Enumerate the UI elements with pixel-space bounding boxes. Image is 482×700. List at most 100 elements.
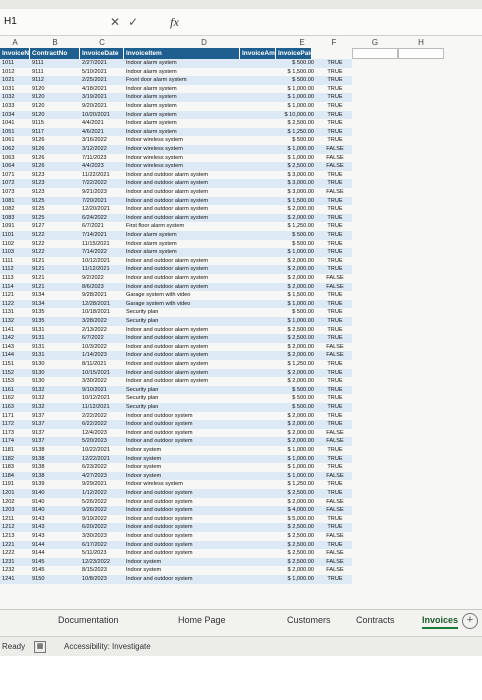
cell-invoice-amt[interactable]: $ 2,000.00 bbox=[240, 274, 316, 283]
function-icon[interactable]: fx bbox=[170, 15, 179, 30]
header-contract-no[interactable]: ContractNo bbox=[30, 48, 80, 59]
cell-invoice-no[interactable]: 1183 bbox=[0, 463, 30, 472]
cell-invoice-no[interactable]: 1051 bbox=[0, 128, 30, 137]
cell-invoice-paid[interactable]: FALSE bbox=[316, 145, 352, 154]
cell-invoice-paid[interactable]: TRUE bbox=[316, 369, 352, 378]
cell-invoice-date[interactable]: 11/15/2021 bbox=[80, 240, 124, 249]
cell-invoice-date[interactable]: 3/30/2023 bbox=[80, 532, 124, 541]
cell-invoice-amt[interactable]: $ 1,000.00 bbox=[240, 575, 316, 584]
cell-invoice-amt[interactable]: $ 1,000.00 bbox=[240, 248, 316, 257]
cell-invoice-amt[interactable]: $ 500.00 bbox=[240, 136, 316, 145]
cell-contract-no[interactable]: 9132 bbox=[30, 386, 80, 395]
cell-invoice-item[interactable]: Indoor wireless system bbox=[124, 154, 240, 163]
column-header-d[interactable]: D bbox=[124, 38, 284, 47]
cell-invoice-no[interactable]: 1182 bbox=[0, 455, 30, 464]
cell-contract-no[interactable]: 9138 bbox=[30, 455, 80, 464]
cell-invoice-amt[interactable]: $ 500.00 bbox=[240, 394, 316, 403]
cell-invoice-date[interactable]: 11/12/2021 bbox=[80, 403, 124, 412]
cell-invoice-item[interactable]: Indoor system bbox=[124, 463, 240, 472]
cell-invoice-paid[interactable]: FALSE bbox=[316, 566, 352, 575]
cell-invoice-no[interactable]: 1122 bbox=[0, 300, 30, 309]
table-row[interactable]: 1132 9135 3/28/2022 Security plan $ 1,000.00… bbox=[0, 317, 352, 326]
table-row[interactable]: 1103 9122 7/14/2022 Indoor alarm system $ 1,… bbox=[0, 248, 352, 257]
cell-invoice-date[interactable]: 7/14/2022 bbox=[80, 248, 124, 257]
table-row[interactable]: 1102 9122 11/15/2021 Indoor alarm system $ 5… bbox=[0, 240, 352, 249]
cell-contract-no[interactable]: 9131 bbox=[30, 343, 80, 352]
cell-invoice-amt[interactable]: $ 2,000.00 bbox=[240, 369, 316, 378]
cell-contract-no[interactable]: 9143 bbox=[30, 515, 80, 524]
cell-invoice-item[interactable]: Indoor alarm system bbox=[124, 85, 240, 94]
cell-invoice-amt[interactable]: $ 500.00 bbox=[240, 76, 316, 85]
cell-invoice-no[interactable]: 1034 bbox=[0, 111, 30, 120]
cell-invoice-paid[interactable]: TRUE bbox=[316, 463, 352, 472]
header-invoice-item[interactable]: InvoiceItem bbox=[124, 48, 240, 59]
cell-invoice-no[interactable]: 1173 bbox=[0, 429, 30, 438]
cell-invoice-amt[interactable]: $ 2,000.00 bbox=[240, 351, 316, 360]
cell-invoice-item[interactable]: Indoor wireless system bbox=[124, 480, 240, 489]
column-header-h[interactable]: H bbox=[398, 38, 444, 47]
cell-invoice-amt[interactable]: $ 2,000.00 bbox=[240, 377, 316, 386]
cell-invoice-paid[interactable]: TRUE bbox=[316, 179, 352, 188]
cell-invoice-paid[interactable]: FALSE bbox=[316, 498, 352, 507]
table-row[interactable]: 1121 9134 9/28/2021 Garage system with vide… bbox=[0, 291, 352, 300]
cell-contract-no[interactable]: 9127 bbox=[30, 222, 80, 231]
cell-invoice-date[interactable]: 10/15/2021 bbox=[80, 369, 124, 378]
cell-invoice-item[interactable]: Indoor and outdoor system bbox=[124, 523, 240, 532]
name-box[interactable]: H1 bbox=[0, 12, 60, 32]
table-row[interactable]: 1191 9139 9/29/2021 Indoor wireless system $… bbox=[0, 480, 352, 489]
cell-invoice-date[interactable]: 12/4/2023 bbox=[80, 429, 124, 438]
cell-invoice-item[interactable]: Indoor and outdoor system bbox=[124, 412, 240, 421]
cell-invoice-paid[interactable]: TRUE bbox=[316, 76, 352, 85]
cell-contract-no[interactable]: 9130 bbox=[30, 369, 80, 378]
cell-invoice-no[interactable]: 1012 bbox=[0, 68, 30, 77]
tab-home-page[interactable]: Home Page bbox=[178, 615, 226, 625]
cell-invoice-amt[interactable]: $ 2,000.00 bbox=[240, 205, 316, 214]
cell-invoice-paid[interactable]: FALSE bbox=[316, 532, 352, 541]
confirm-icon[interactable]: ✓ bbox=[128, 15, 138, 29]
cell-invoice-item[interactable]: Indoor alarm system bbox=[124, 231, 240, 240]
cell-invoice-no[interactable]: 1131 bbox=[0, 308, 30, 317]
cell-invoice-amt[interactable]: $ 3,000.00 bbox=[240, 188, 316, 197]
cell-contract-no[interactable]: 9138 bbox=[30, 472, 80, 481]
cell-invoice-item[interactable]: Indoor and outdoor alarm system bbox=[124, 377, 240, 386]
cell-invoice-item[interactable]: Garage system with video bbox=[124, 291, 240, 300]
cell-invoice-date[interactable]: 4/4/2021 bbox=[80, 119, 124, 128]
table-row[interactable]: 1112 9121 11/12/2021 Indoor and outdoor ala… bbox=[0, 265, 352, 274]
cell-invoice-item[interactable]: Indoor and outdoor system bbox=[124, 549, 240, 558]
cell-invoice-no[interactable]: 1112 bbox=[0, 265, 30, 274]
cell-invoice-no[interactable]: 1213 bbox=[0, 532, 30, 541]
cell-invoice-item[interactable]: Security plan bbox=[124, 386, 240, 395]
cell-invoice-paid[interactable]: TRUE bbox=[316, 334, 352, 343]
cell-invoice-paid[interactable]: FALSE bbox=[316, 283, 352, 292]
cell-invoice-item[interactable]: Indoor and outdoor alarm system bbox=[124, 360, 240, 369]
cell-invoice-amt[interactable]: $ 1,000.00 bbox=[240, 455, 316, 464]
cell-invoice-amt[interactable]: $ 2,500.00 bbox=[240, 162, 316, 171]
cell-invoice-paid[interactable]: TRUE bbox=[316, 523, 352, 532]
cell-invoice-amt[interactable]: $ 1,000.00 bbox=[240, 85, 316, 94]
cell-contract-no[interactable]: 9111 bbox=[30, 68, 80, 77]
cell-invoice-amt[interactable]: $ 2,000.00 bbox=[240, 343, 316, 352]
cell-contract-no[interactable]: 9117 bbox=[30, 128, 80, 137]
cell-invoice-item[interactable]: Indoor wireless system bbox=[124, 162, 240, 171]
cell-invoice-item[interactable]: Indoor alarm system bbox=[124, 59, 240, 68]
cell-invoice-date[interactable]: 3/30/2022 bbox=[80, 377, 124, 386]
table-row[interactable]: 1202 9140 5/26/2022 Indoor and outdoor syst… bbox=[0, 498, 352, 507]
cell-invoice-amt[interactable]: $ 2,500.00 bbox=[240, 326, 316, 335]
cell-invoice-no[interactable]: 1113 bbox=[0, 274, 30, 283]
cell-invoice-item[interactable]: Indoor and outdoor system bbox=[124, 506, 240, 515]
cell-invoice-amt[interactable]: $ 1,250.00 bbox=[240, 480, 316, 489]
cell-invoice-date[interactable]: 5/20/2023 bbox=[80, 437, 124, 446]
cell-contract-no[interactable]: 9122 bbox=[30, 231, 80, 240]
cell-invoice-date[interactable]: 4/4/2023 bbox=[80, 162, 124, 171]
table-row[interactable]: 1041 9115 4/4/2021 Indoor alarm system $ 2,5… bbox=[0, 119, 352, 128]
cell-contract-no[interactable]: 9140 bbox=[30, 506, 80, 515]
cell-invoice-amt[interactable]: $ 2,000.00 bbox=[240, 566, 316, 575]
cell-invoice-item[interactable]: Security plan bbox=[124, 403, 240, 412]
cell-invoice-paid[interactable]: TRUE bbox=[316, 300, 352, 309]
cell-invoice-item[interactable]: Indoor and outdoor alarm system bbox=[124, 369, 240, 378]
cell-invoice-paid[interactable]: TRUE bbox=[316, 326, 352, 335]
cell-contract-no[interactable]: 9137 bbox=[30, 412, 80, 421]
table-row[interactable]: 1162 9132 10/12/2021 Security plan $ 500.00 T… bbox=[0, 394, 352, 403]
cell-contract-no[interactable]: 9130 bbox=[30, 360, 80, 369]
cell-contract-no[interactable]: 9132 bbox=[30, 403, 80, 412]
